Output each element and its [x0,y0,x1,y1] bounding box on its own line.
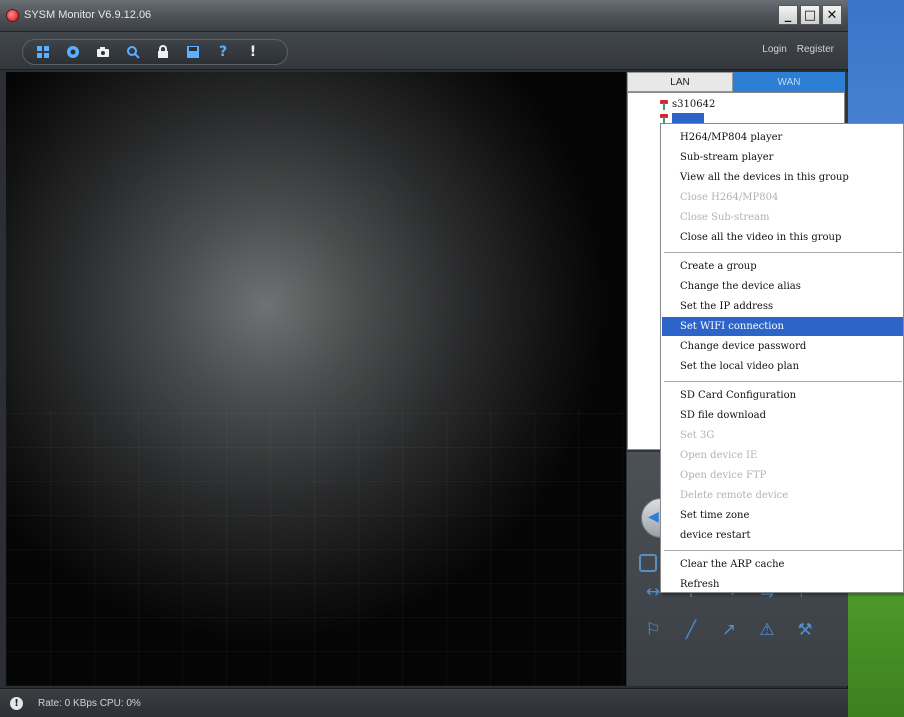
menu-item-set-ip[interactable]: Set the IP address [662,297,903,316]
lock-icon[interactable] [153,42,173,62]
menu-item-open-ftp: Open device FTP [680,470,767,481]
info-icon[interactable]: ! [243,42,263,62]
menu-item-close-h264: Close H264/MP804 [680,192,779,203]
grid-view-icon[interactable] [33,42,53,62]
menu-item-open-ie: Open device IE [680,450,758,461]
menu-item-h264-player[interactable]: H264/MP804 player [662,128,903,147]
flag-left-icon[interactable]: ⚐ [641,618,665,642]
maximize-button[interactable]: □ [800,5,820,25]
help-icon[interactable]: ? [213,42,233,62]
menu-item-sd-config[interactable]: SD Card Configuration [662,386,903,405]
menu-item-video-plan[interactable]: Set the local video plan [662,357,903,376]
video-viewport[interactable] [6,72,626,686]
menu-separator [664,381,902,382]
arrow-left-icon: ◀ [648,509,659,525]
ptz-row-2: ⚐ ╱ ↗ ⚠ ⚒ [641,618,841,642]
camera-device-icon [660,99,668,110]
app-title: SYSM Monitor V6.9.12.06 [24,9,152,21]
snapshot-icon[interactable] [93,42,113,62]
menu-separator [664,252,902,253]
warning-triangle-icon[interactable]: ⚠ [755,618,779,642]
tree-item-device[interactable]: s310642 [660,99,715,110]
window-controls: _ □ ✕ [778,5,842,25]
status-bar: ! Rate: 0 KBps CPU: 0% [0,688,848,717]
network-tabs: LAN WAN [627,72,848,92]
record-icon[interactable] [63,42,83,62]
menu-item-delete-remote: Delete remote device [680,490,789,501]
menu-item-set-3g: Set 3G [680,430,715,441]
toolbar: ? ! Login Register [0,32,848,70]
menu-item-close-sub-stream: Close Sub-stream [680,212,770,223]
menu-item-clear-arp[interactable]: Clear the ARP cache [662,555,903,574]
video-floor-grid [6,409,626,686]
tilt-diagonal-icon[interactable]: ╱ [679,618,703,642]
menu-item-set-wifi[interactable]: Set WIFI connection [662,317,903,336]
app-icon [6,9,19,22]
auth-links: Login Register [762,44,834,55]
menu-item-refresh[interactable]: Refresh [662,575,903,592]
register-link[interactable]: Register [797,44,834,55]
toolbar-icon-group: ? ! [22,39,288,65]
menu-item-sub-stream-player[interactable]: Sub-stream player [662,148,903,167]
camera-device-icon [660,113,668,124]
menu-item-view-all-devices[interactable]: View all the devices in this group [662,168,903,187]
title-bar[interactable]: SYSM Monitor V6.9.12.06 _ □ ✕ [0,0,848,32]
menu-separator [664,550,902,551]
menu-item-create-group[interactable]: Create a group [662,257,903,276]
menu-item-change-alias[interactable]: Change the device alias [662,277,903,296]
close-button[interactable]: ✕ [822,5,842,25]
minimize-button[interactable]: _ [778,5,798,25]
search-icon[interactable] [123,42,143,62]
arrow-up-right-icon[interactable]: ↗ [717,618,741,642]
tab-wan[interactable]: WAN [733,72,845,92]
tree-item-label: s310642 [672,99,716,110]
login-link[interactable]: Login [762,44,786,55]
menu-item-change-password[interactable]: Change device password [662,337,903,356]
tab-lan[interactable]: LAN [627,72,733,92]
menu-item-time-zone[interactable]: Set time zone [662,506,903,525]
context-menu: H264/MP804 player Sub-stream player View… [660,123,904,593]
status-info-icon: ! [10,697,23,710]
save-icon[interactable] [183,42,203,62]
status-text: Rate: 0 KBps CPU: 0% [38,698,141,709]
menu-item-device-restart[interactable]: device restart [662,526,903,545]
menu-item-close-all-video[interactable]: Close all the video in this group [662,228,903,247]
menu-item-sd-download[interactable]: SD file download [662,406,903,425]
wrench-icon[interactable]: ⚒ [793,618,817,642]
